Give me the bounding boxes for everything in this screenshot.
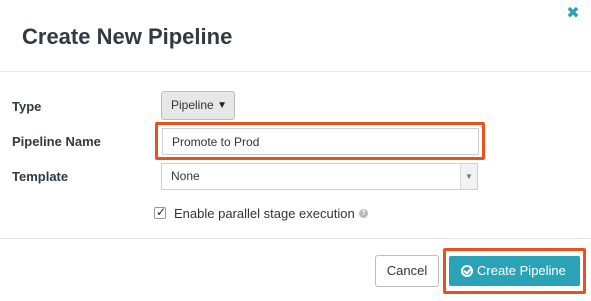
template-label: Template	[12, 169, 69, 184]
checkmark-icon: ✓	[156, 205, 167, 219]
template-select[interactable]: None ▼	[161, 163, 478, 190]
caret-down-icon: ▼	[217, 100, 227, 111]
dialog-footer: Cancel Create Pipeline	[0, 240, 591, 301]
template-select-value: None	[171, 169, 200, 183]
help-icon[interactable]: ?	[359, 209, 368, 218]
parallel-execution-label: Enable parallel stage execution	[174, 206, 355, 221]
create-pipeline-label: Create Pipeline	[477, 263, 566, 278]
type-select-value: Pipeline	[171, 98, 214, 112]
pipeline-name-input[interactable]	[162, 128, 479, 155]
close-icon[interactable]: ✖	[565, 6, 581, 22]
dialog-title: Create New Pipeline	[22, 24, 233, 49]
pipeline-name-label: Pipeline Name	[12, 134, 101, 149]
chevron-down-icon: ▼	[460, 164, 477, 189]
parallel-execution-checkbox[interactable]: ✓	[154, 205, 167, 219]
cancel-button[interactable]: Cancel	[375, 255, 439, 287]
type-select[interactable]: Pipeline ▼	[161, 91, 235, 120]
dialog-header: Create New Pipeline ✖	[0, 0, 591, 72]
type-label: Type	[12, 99, 42, 114]
check-circle-icon	[461, 265, 473, 277]
create-pipeline-button[interactable]: Create Pipeline	[449, 256, 580, 286]
dialog-body: Type Pipeline ▼ Pipeline Name Template N…	[0, 73, 591, 239]
create-pipeline-dialog: Create New Pipeline ✖ Type Pipeline ▼ Pi…	[0, 0, 591, 301]
